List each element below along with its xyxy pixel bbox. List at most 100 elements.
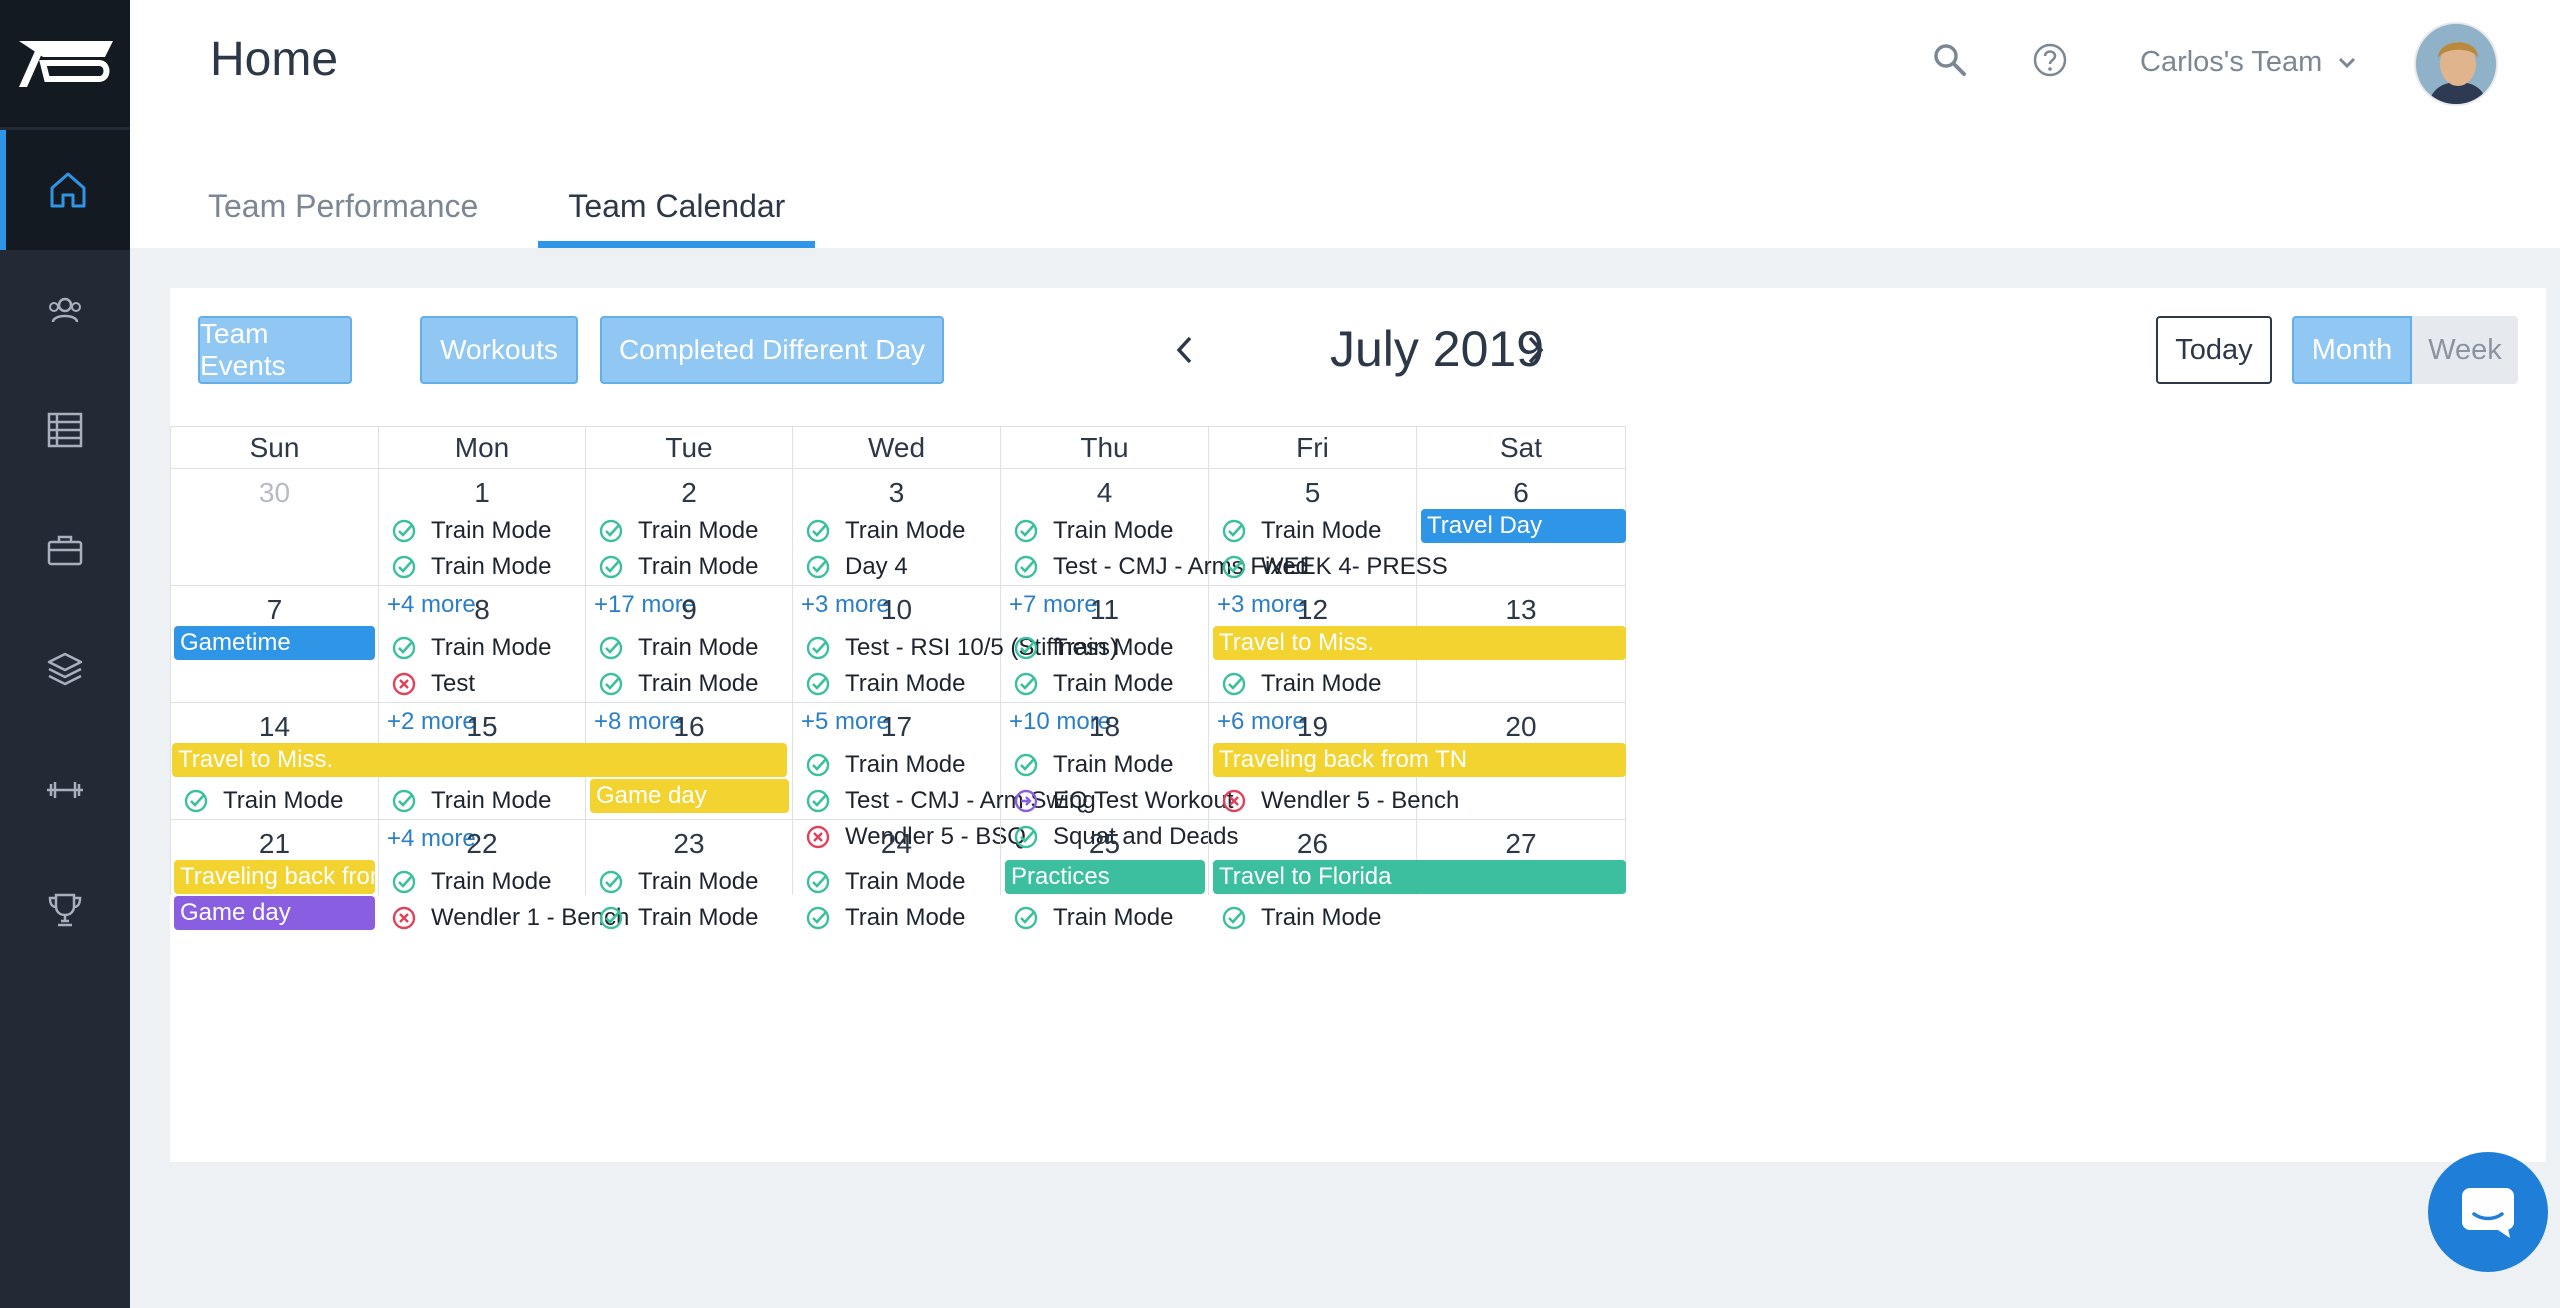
workout-item[interactable]: Train Mode — [1013, 632, 1174, 664]
tab-team-performance[interactable]: Team Performance — [178, 168, 508, 248]
sidebar-item-dumbbell[interactable] — [0, 730, 130, 850]
workout-item[interactable]: Test — [391, 668, 475, 700]
calendar-event-bar[interactable]: Travel Day — [1421, 509, 1626, 543]
workout-item[interactable]: Train Mode — [1013, 749, 1174, 781]
sidebar-item-table[interactable] — [0, 370, 130, 490]
workout-item[interactable]: Train Mode — [1221, 515, 1382, 547]
sidebar-item-users[interactable] — [0, 250, 130, 370]
view-month-button[interactable]: Month — [2292, 316, 2412, 384]
workout-item[interactable]: Train Mode — [805, 515, 966, 547]
calendar-day-cell[interactable]: 22 Train Mode Wendler 1 - Bench — [379, 820, 629, 931]
app-logo[interactable] — [0, 0, 130, 127]
day-number: 27 — [1505, 828, 1537, 859]
calendar-day-cell[interactable]: 2 Train Mode Train Mode +17 more — [586, 469, 793, 618]
today-button[interactable]: Today — [2156, 316, 2272, 384]
chevron-right-icon — [1528, 336, 1544, 364]
workout-item-label: Train Mode — [845, 751, 966, 778]
tab-team-calendar[interactable]: Team Calendar — [538, 168, 816, 248]
team-selector[interactable]: Carlos's Team — [2140, 46, 2356, 79]
workout-item-label: EQ Test Workout — [1053, 787, 1234, 814]
day-number: 25 — [1088, 828, 1121, 859]
workout-item[interactable]: Train Mode — [805, 668, 966, 700]
workout-item[interactable]: Train Mode — [598, 866, 759, 898]
workout-item[interactable]: Train Mode — [805, 866, 966, 898]
calendar-day-cell[interactable]: 8 Train Mode Test +2 more — [379, 586, 586, 735]
avatar[interactable] — [2414, 22, 2498, 106]
calendar-day-cell[interactable]: 18 Train Mode EQ Test Workout Squat and Dea… — [1001, 703, 1238, 850]
workout-item[interactable]: Day 4 — [805, 551, 908, 583]
calendar-day-cell[interactable]: 1 Train Mode Train Mode +4 more — [379, 469, 586, 618]
workout-item-label: Train Mode — [638, 517, 759, 544]
workout-item[interactable]: Train Mode — [805, 902, 966, 934]
workout-item[interactable]: Train Mode — [183, 785, 344, 817]
calendar-event-bar[interactable]: Traveling back from TN — [1213, 743, 1626, 777]
calendar-event-bar[interactable]: Travel to Miss. — [1213, 626, 1626, 660]
filter-team-events-button[interactable]: Team Events — [198, 316, 352, 384]
workout-item[interactable]: EQ Test Workout — [1013, 785, 1234, 817]
day-number: 12 — [1296, 594, 1329, 625]
calendar-day-cell[interactable]: 9 Train Mode Train Mode +8 more — [586, 586, 793, 735]
calendar-day-cell[interactable]: 4 Train Mode Test - CMJ - Arms Fixed +7 mor… — [1001, 469, 1309, 618]
day-number: 21 — [258, 828, 291, 859]
sidebar — [0, 0, 130, 1308]
sidebar-item-briefcase[interactable] — [0, 490, 130, 610]
workout-item[interactable]: Train Mode — [598, 515, 759, 547]
prev-month-button[interactable] — [1168, 330, 1200, 370]
calendar-event-bar[interactable]: Traveling back from TN — [174, 860, 375, 894]
search-icon — [1934, 44, 1966, 76]
calendar-day-cell[interactable]: 23 Train Mode Train Mode — [586, 820, 793, 931]
filter-completed-different-day-button[interactable]: Completed Different Day — [600, 316, 944, 384]
workout-item[interactable]: WEEK 4- PRESS — [1221, 551, 1448, 583]
workout-item[interactable]: Train Mode — [1013, 902, 1174, 934]
workout-item[interactable]: Train Mode — [1013, 668, 1174, 700]
day-number: 2 — [681, 477, 697, 508]
search-button[interactable] — [1930, 40, 1970, 80]
calendar-day-cell[interactable]: 17 Train Mode Test - CMJ - Arm Swing Wendle… — [793, 703, 1096, 850]
sidebar-item-layers[interactable] — [0, 610, 130, 730]
day-number: 7 — [266, 594, 283, 625]
sidebar-item-trophy[interactable] — [0, 850, 130, 970]
workout-item[interactable]: Train Mode — [391, 632, 552, 664]
workout-item[interactable]: Train Mode — [391, 515, 552, 547]
calendar-event-bar[interactable]: Game day — [174, 896, 375, 930]
calendar-event-bar[interactable]: Gametime — [174, 626, 375, 660]
sidebar-item-home[interactable] — [0, 130, 130, 250]
workout-item[interactable]: Wendler 1 - Bench — [391, 902, 629, 934]
chat-launcher-button[interactable] — [2428, 1152, 2548, 1272]
workout-item[interactable]: Train Mode — [1013, 515, 1174, 547]
calendar-card: Team Events Workouts Completed Different… — [170, 288, 2546, 1162]
workout-item[interactable]: Train Mode — [391, 551, 552, 583]
tab-bar: Team Performance Team Calendar — [178, 168, 845, 248]
check-circle-icon — [806, 636, 830, 660]
check-circle-icon — [599, 870, 623, 894]
workout-item[interactable]: Train Mode — [805, 749, 966, 781]
calendar-day-cell[interactable]: 10 Test - RSI 10/5 (Stiffness) Train Mode +… — [793, 586, 1118, 735]
workout-item-label: Train Mode — [431, 553, 552, 580]
day-number: 11 — [1089, 594, 1120, 625]
calendar-day-cell[interactable]: 30 — [170, 469, 379, 586]
day-number: 18 — [1088, 711, 1121, 742]
calendar-event-bar[interactable]: Travel to Miss. — [172, 743, 787, 777]
calendar-event-bar[interactable]: Travel to Florida — [1213, 860, 1626, 894]
workout-item[interactable]: Train Mode — [598, 668, 759, 700]
day-number: 3 — [888, 477, 905, 508]
check-circle-icon — [1222, 555, 1246, 579]
calendar-event-bar[interactable]: Game day — [590, 779, 789, 813]
calendar-day-cell[interactable]: 11 Train Mode Train Mode +10 more — [1001, 586, 1209, 735]
workout-item[interactable]: Train Mode — [1221, 668, 1382, 700]
workout-item[interactable]: Train Mode — [391, 785, 552, 817]
calendar-event-bar[interactable]: Practices — [1005, 860, 1205, 894]
help-button[interactable] — [2030, 40, 2070, 80]
check-circle-icon — [1014, 555, 1038, 579]
workout-item[interactable]: Train Mode — [391, 866, 552, 898]
calendar-day-cell[interactable]: 24 Train Mode Train Mode — [793, 820, 1001, 931]
calendar-day-cell[interactable]: 3 Train Mode Day 4 +3 more — [793, 469, 1001, 618]
view-week-button[interactable]: Week — [2412, 316, 2518, 384]
workout-item[interactable]: Train Mode — [1221, 902, 1382, 934]
filter-workouts-button[interactable]: Workouts — [420, 316, 578, 384]
calendar-day-cell[interactable]: 5 Train Mode WEEK 4- PRESS +3 more — [1209, 469, 1448, 618]
workout-item[interactable]: Train Mode — [598, 632, 759, 664]
next-month-button[interactable] — [1520, 330, 1552, 370]
workout-item[interactable]: Train Mode — [598, 551, 759, 583]
workout-item[interactable]: Train Mode — [598, 902, 759, 934]
